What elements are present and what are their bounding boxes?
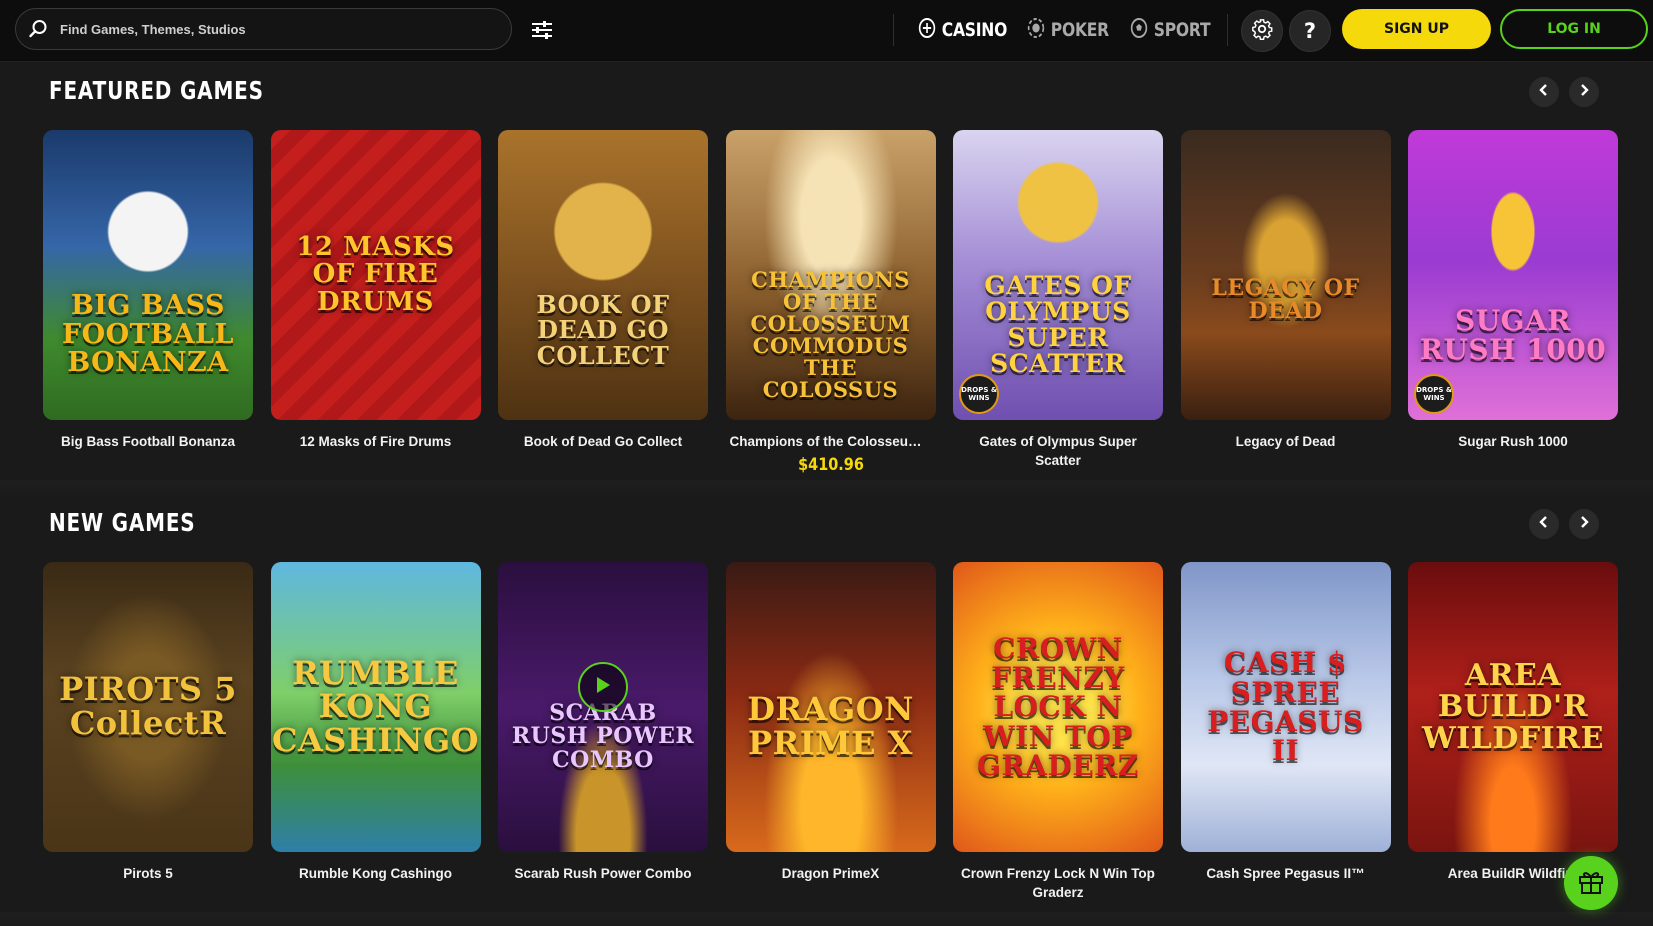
game-art-text: RUMBLE KONG CASHINGO [271,653,480,759]
featured-games-row: BIG BASS FOOTBALL BONANZA Big Bass Footb… [43,130,1618,475]
drops-and-wins-badge: DROPS & WINS [1414,374,1454,414]
chevron-left-icon [1539,83,1549,102]
new-games-prev-button[interactable] [1529,509,1559,539]
featured-prev-button[interactable] [1529,77,1559,107]
featured-next-button[interactable] [1569,77,1599,107]
game-thumbnail: BIG BASS FOOTBALL BONANZA [43,130,253,420]
nav-divider [1227,14,1228,46]
game-card-gates-of-olympus-super-scatter[interactable]: GATES OF OLYMPUS SUPER SCATTER DROPS & W… [953,130,1163,475]
game-title: Dragon PrimeX [781,866,880,881]
gear-icon [1251,18,1273,45]
game-card-big-bass-football-bonanza[interactable]: BIG BASS FOOTBALL BONANZA Big Bass Footb… [43,130,253,475]
row-divider [0,912,1653,926]
game-thumbnail: GATES OF OLYMPUS SUPER SCATTER DROPS & W… [953,130,1163,420]
game-art-text: CROWN FRENZY LOCK N WIN TOP GRADERZ [977,631,1139,783]
game-title: Book of Dead Go Collect [523,434,683,449]
nav-sport-label: SPORT [1153,19,1211,41]
play-icon [594,675,612,700]
game-art-text: SCARAB RUSH POWER COMBO [511,700,695,773]
game-thumbnail: AREA BUILD'R WILDFIRE [1408,562,1618,852]
game-art-text: AREA BUILD'R WILDFIRE [1422,657,1604,756]
nav-casino-label: CASINO [941,19,1008,41]
game-art-text: BOOK OF DEAD GO COLLECT [536,290,670,370]
nav-casino[interactable]: CASINO [918,14,1007,46]
game-title: Sugar Rush 1000 [1458,434,1568,449]
game-art-text: CHAMPIONS OF THE COLOSSEUM COMMODUS THE … [750,266,911,403]
soccer-ball-icon [1130,17,1148,44]
drops-and-wins-badge: DROPS & WINS [959,374,999,414]
game-title: Rumble Kong Cashingo [299,866,452,881]
game-thumbnail: CROWN FRENZY LOCK N WIN TOP GRADERZ [953,562,1163,852]
nav-poker[interactable]: POKER [1027,14,1109,46]
game-art-text: SUGAR RUSH 1000 [1419,303,1607,366]
top-bar: CASINO POKER SPORT ? SIGN UP LOG IN [0,0,1653,62]
row-divider [0,480,1653,500]
settings-button[interactable] [1241,10,1283,52]
game-title: Legacy of Dead [1235,434,1336,449]
game-thumbnail: BOOK OF DEAD GO COLLECT [498,130,708,420]
game-card-pirots-5[interactable]: PIROTS 5 CollectR Pirots 5 [43,562,253,902]
help-icon: ? [1303,19,1317,43]
nav-poker-label: POKER [1050,19,1109,41]
game-card-cash-spree-pegasus[interactable]: CASH $ SPREE PEGASUS II Cash Spree Pegas… [1180,562,1391,902]
game-card-book-of-dead-go-collect[interactable]: BOOK OF DEAD GO COLLECT Book of Dead Go … [498,130,708,475]
game-thumbnail: DRAGON PRIME X [725,562,936,852]
game-thumbnail: SCARAB RUSH POWER COMBO [498,562,708,852]
new-games-row: PIROTS 5 CollectR Pirots 5 RUMBLE KONG C… [43,562,1618,902]
search-input[interactable] [60,9,511,49]
game-art-text: PIROTS 5 CollectR [59,670,237,742]
game-title: Big Bass Football Bonanza [60,434,236,449]
game-card-rumble-kong-cashingo[interactable]: RUMBLE KONG CASHINGO Rumble Kong Cashing… [270,562,481,902]
nav-sport[interactable]: SPORT [1130,14,1211,46]
game-art-text: 12 MASKS OF FIRE DRUMS [296,232,455,317]
gift-icon [1576,866,1606,901]
game-thumbnail: 12 MASKS OF FIRE DRUMS [270,130,481,420]
game-title: Champions of the Colosseum: Com… [729,434,936,449]
search-bar[interactable] [15,8,512,50]
poker-chip-icon [1027,17,1045,44]
game-title: Pirots 5 [123,866,173,881]
search-icon [16,8,60,50]
game-card-champions-of-the-colosseum[interactable]: CHAMPIONS OF THE COLOSSEUM COMMODUS THE … [725,130,936,475]
casino-chip-icon [918,17,936,44]
log-in-button[interactable]: LOG IN [1500,9,1648,49]
game-thumbnail: RUMBLE KONG CASHINGO [270,562,481,852]
game-art-text: BIG BASS FOOTBALL BONANZA [61,290,235,379]
chevron-left-icon [1539,515,1549,534]
game-thumbnail: SUGAR RUSH 1000 DROPS & WINS [1408,130,1618,420]
filter-sliders-icon[interactable] [528,16,556,44]
game-card-legacy-of-dead[interactable]: LEGACY OF DEAD Legacy of Dead [1180,130,1391,475]
new-games-next-button[interactable] [1569,509,1599,539]
game-title: Crown Frenzy Lock N Win Top Graderz [961,866,1155,900]
game-title: Scarab Rush Power Combo [514,866,692,881]
game-art-text: CASH $ SPREE PEGASUS II [1207,646,1364,768]
game-thumbnail: CASH $ SPREE PEGASUS II [1180,562,1391,852]
chevron-right-icon [1579,515,1589,534]
featured-games-title: FEATURED GAMES [49,76,264,105]
game-card-12-masks-of-fire-drums[interactable]: 12 MASKS OF FIRE DRUMS 12 Masks of Fire … [270,130,481,475]
help-button[interactable]: ? [1289,10,1331,52]
chevron-right-icon [1579,83,1589,102]
game-thumbnail: CHAMPIONS OF THE COLOSSEUM COMMODUS THE … [725,130,936,420]
sign-up-button[interactable]: SIGN UP [1342,9,1491,49]
game-card-area-buildr-wildfire[interactable]: AREA BUILD'R WILDFIRE Area BuildR Wildfi… [1408,562,1618,902]
game-art-text: DRAGON PRIME X [747,690,914,762]
game-art-text: LEGACY OF DEAD [1211,274,1360,324]
play-button[interactable] [578,662,628,712]
game-thumbnail: LEGACY OF DEAD [1180,130,1391,420]
new-games-title: NEW GAMES [49,508,196,537]
game-title: Cash Spree Pegasus II™ [1206,866,1365,881]
game-thumbnail: PIROTS 5 CollectR [43,562,253,852]
nav-divider [893,14,894,46]
game-card-scarab-rush-power-combo[interactable]: SCARAB RUSH POWER COMBO Scarab Rush Powe… [498,562,708,902]
gift-button[interactable] [1564,856,1618,910]
game-title: Gates of Olympus Super Scatter [979,434,1137,468]
game-card-dragon-primex[interactable]: DRAGON PRIME X Dragon PrimeX [725,562,936,902]
game-title: 12 Masks of Fire Drums [299,434,452,449]
game-art-text: GATES OF OLYMPUS SUPER SCATTER [984,270,1132,379]
game-card-sugar-rush-1000[interactable]: SUGAR RUSH 1000 DROPS & WINS Sugar Rush … [1408,130,1618,475]
game-card-crown-frenzy[interactable]: CROWN FRENZY LOCK N WIN TOP GRADERZ Crow… [953,562,1163,902]
jackpot-amount: $410.96 [797,455,864,475]
